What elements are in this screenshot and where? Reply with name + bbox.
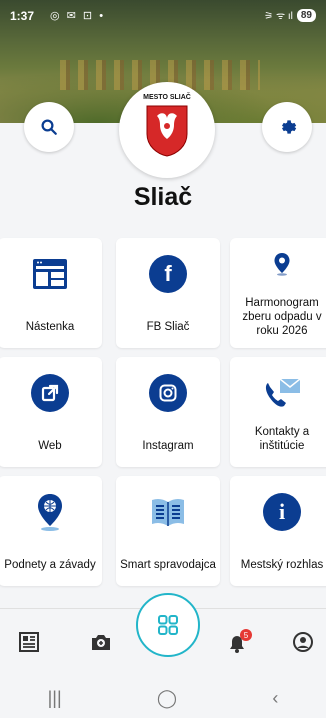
nav-camera-button[interactable] xyxy=(86,627,116,657)
tile-label: Nástenka xyxy=(25,321,75,333)
profile-icon xyxy=(293,632,313,652)
camera-icon xyxy=(92,635,110,650)
tile-label: Kontakty a inštitúcie xyxy=(254,426,310,452)
info-icon: i xyxy=(263,493,301,531)
tile-instagram[interactable]: Instagram xyxy=(116,357,220,467)
tile-label: Mestský rozhlas xyxy=(240,559,324,571)
notification-badge: 5 xyxy=(240,629,252,641)
tile-kontakty[interactable]: Kontakty a inštitúcie xyxy=(230,357,326,467)
nav-notifications-button[interactable]: 5 xyxy=(222,627,252,657)
nav-profile-button[interactable] xyxy=(288,627,318,657)
back-system-button[interactable]: ‹ xyxy=(272,688,278,709)
newspaper-icon xyxy=(152,498,184,526)
map-pin-globe-icon xyxy=(38,494,62,531)
status-time: 1:37 xyxy=(10,9,35,23)
tile-label: FB Sliač xyxy=(146,321,190,333)
tile-harmonogram[interactable]: Harmonogram zberu odpadu v roku 2026 xyxy=(230,238,326,348)
tile-smart-spravodajca[interactable]: Smart spravodajca xyxy=(116,476,220,586)
board-icon xyxy=(33,259,67,289)
search-icon xyxy=(41,119,57,135)
facebook-icon: f xyxy=(149,255,187,293)
status-bar: 1:37 ◎ ✉ ⊡ • ⚞ ᯤ ıl 89 xyxy=(0,0,326,30)
city-logo: MESTO SLIAČ xyxy=(119,82,215,178)
logo-text: MESTO SLIAČ xyxy=(143,94,191,101)
tile-podnety[interactable]: Podnety a závady xyxy=(0,476,102,586)
tile-label: Podnety a závady xyxy=(4,559,96,571)
instagram-icon xyxy=(149,374,187,412)
tile-label: Smart spravodajca xyxy=(120,559,216,571)
battery-indicator: 89 xyxy=(296,8,316,22)
tile-fb-sliac[interactable]: f FB Sliač xyxy=(116,238,220,348)
home-system-button[interactable]: ◯ xyxy=(157,688,177,709)
search-button[interactable] xyxy=(24,102,74,152)
city-title: Sliač xyxy=(133,183,193,211)
phone-icon xyxy=(265,378,301,407)
system-navigation: ||| ◯ ‹ xyxy=(0,678,326,718)
board-icon xyxy=(19,632,39,652)
status-notification-icons: ◎ ✉ ⊡ • xyxy=(50,10,106,22)
gear-icon xyxy=(282,120,297,134)
nav-home-button[interactable] xyxy=(136,593,200,657)
tile-mestsky-rozhlas[interactable]: i Mestský rozhlas xyxy=(230,476,326,586)
tile-nastenka[interactable]: Nástenka xyxy=(0,238,102,348)
nav-board-button[interactable] xyxy=(14,627,44,657)
bottom-nav: 5 xyxy=(0,593,326,679)
status-right: ⚞ ᯤ ıl 89 xyxy=(264,8,316,22)
coat-of-arms-icon xyxy=(146,105,188,157)
location-pin-icon xyxy=(274,253,290,276)
external-link-icon xyxy=(31,374,69,412)
recent-apps-button[interactable]: ||| xyxy=(48,688,62,709)
grid-icon xyxy=(158,615,178,635)
tile-label: Instagram xyxy=(142,440,194,452)
tile-label: Harmonogram zberu odpadu v roku 2026 xyxy=(242,297,322,337)
tile-label: Web xyxy=(38,440,62,452)
signal-icons: ⚞ ᯤ ıl xyxy=(264,11,293,22)
settings-button[interactable] xyxy=(262,102,312,152)
tile-web[interactable]: Web xyxy=(0,357,102,467)
